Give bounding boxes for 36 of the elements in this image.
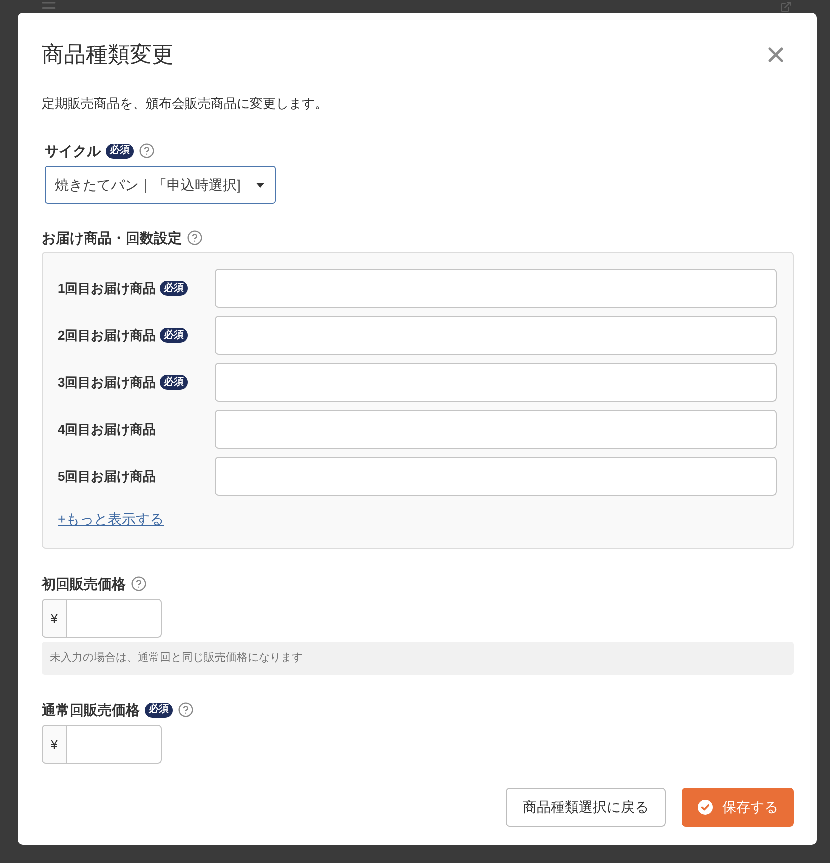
help-icon[interactable]	[178, 702, 194, 718]
product-input[interactable]	[215, 363, 777, 402]
product-input[interactable]	[215, 457, 777, 496]
product-input[interactable]	[215, 269, 777, 308]
dialog-title: 商品種類変更	[42, 41, 174, 69]
product-input[interactable]	[215, 410, 777, 449]
field-label: 3回目お届け商品	[58, 374, 156, 390]
price-input[interactable]	[67, 725, 162, 764]
field-label: 初回販売価格	[42, 575, 126, 593]
help-icon[interactable]	[139, 143, 155, 159]
field-label: 2回目お届け商品	[58, 328, 156, 344]
back-button[interactable]: 商品種類選択に戻る	[506, 788, 666, 827]
field-label: 1回目お届け商品	[58, 280, 156, 296]
field-label: 5回目お届け商品	[58, 468, 156, 484]
check-circle-icon	[698, 800, 712, 815]
field-label: お届け商品・回数設定	[42, 229, 182, 247]
currency-addon: ¥	[42, 725, 67, 764]
help-icon[interactable]	[131, 576, 147, 592]
external-link-icon[interactable]	[780, 1, 792, 13]
cycle-select[interactable]: 焼きたてパン｜「申込時選択]	[45, 166, 276, 204]
required-badge: 必須	[160, 375, 188, 390]
note-box: 未入力の場合は、通常回と同じ販売価格になります	[42, 642, 794, 675]
show-more-link[interactable]: +もっと表示する	[58, 511, 164, 527]
price-input[interactable]	[67, 599, 162, 638]
field-label: サイクル	[45, 142, 101, 160]
dialog-description: 定期販売商品を、頒布会販売商品に変更します。	[42, 96, 329, 112]
help-icon[interactable]	[187, 230, 203, 246]
required-badge: 必須	[160, 281, 188, 296]
required-badge: 必須	[145, 702, 173, 718]
field-label: 4回目お届け商品	[58, 422, 156, 438]
required-badge: 必須	[160, 328, 188, 343]
product-input[interactable]	[215, 316, 777, 355]
currency-addon: ¥	[42, 599, 67, 638]
field-label: 通常回販売価格	[42, 701, 140, 719]
required-badge: 必須	[106, 144, 134, 158]
caret-icon	[256, 182, 265, 188]
